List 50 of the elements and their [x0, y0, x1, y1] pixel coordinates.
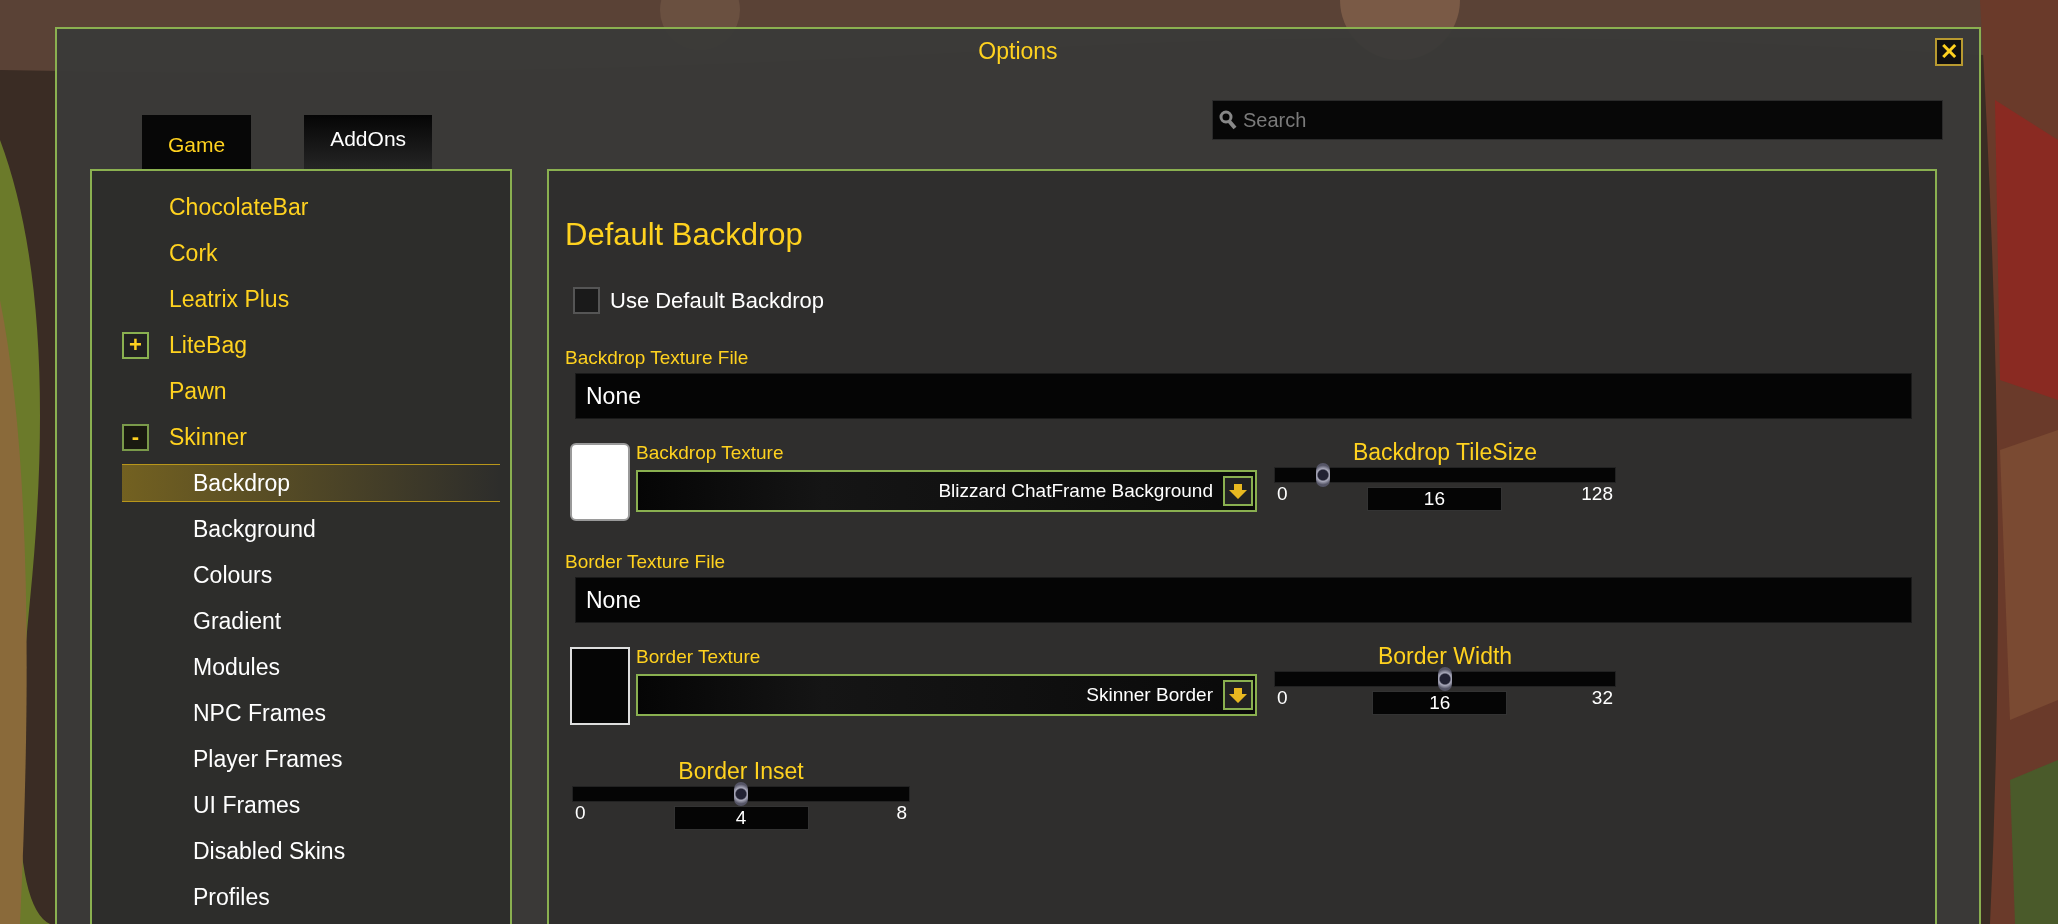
- close-button[interactable]: ✕: [1935, 38, 1963, 66]
- checkbox-label: Use Default Backdrop: [610, 287, 824, 315]
- slider-thumb[interactable]: [734, 782, 748, 806]
- category-item[interactable]: Background: [193, 511, 316, 547]
- slider-value-field[interactable]: 16: [1372, 691, 1508, 715]
- section-heading: Default Backdrop: [565, 216, 804, 254]
- category-item[interactable]: Disabled Skins: [193, 833, 346, 869]
- collapse-button[interactable]: -: [122, 423, 149, 451]
- slider-min: 0: [1276, 687, 1288, 709]
- category-item[interactable]: Colours: [193, 557, 273, 593]
- slider-max: 32: [1591, 687, 1614, 709]
- category-item[interactable]: Backdrop: [193, 465, 291, 501]
- category-item[interactable]: Cork: [169, 235, 218, 271]
- category-item[interactable]: ChocolateBar: [169, 189, 309, 225]
- slider-max: 128: [1581, 483, 1614, 505]
- dropdown-label: Backdrop Texture: [636, 441, 785, 465]
- category-item[interactable]: Gradient: [193, 603, 282, 639]
- texture-dropdown[interactable]: Blizzard ChatFrame Background: [636, 470, 1257, 512]
- expand-button[interactable]: +: [122, 331, 149, 359]
- category-item[interactable]: Pawn: [169, 373, 227, 409]
- texture-file-field[interactable]: None: [575, 373, 1912, 419]
- slider-value-field[interactable]: 16: [1366, 487, 1502, 511]
- texture-file-field[interactable]: None: [575, 577, 1912, 623]
- texture-dropdown[interactable]: Skinner Border: [636, 674, 1257, 716]
- category-item[interactable]: Profiles: [193, 879, 270, 915]
- checkbox[interactable]: [573, 287, 600, 314]
- slider-thumb[interactable]: [1438, 667, 1452, 691]
- category-item[interactable]: LiteBag: [169, 327, 247, 363]
- search-icon: [1219, 110, 1237, 130]
- window-title: Options: [978, 36, 1058, 66]
- field-label: Border Texture File: [565, 550, 727, 574]
- slider-thumb[interactable]: [1315, 463, 1330, 487]
- slider-label: Border Inset: [677, 757, 805, 786]
- slider-label: Border Width: [1376, 642, 1514, 671]
- category-item[interactable]: Skinner: [169, 419, 247, 455]
- category-item[interactable]: Leatrix Plus: [169, 281, 290, 317]
- search-field[interactable]: Search: [1212, 100, 1943, 140]
- tab[interactable]: Game: [142, 115, 252, 169]
- field-label: Backdrop Texture File: [565, 346, 750, 370]
- category-item[interactable]: Player Frames: [193, 741, 343, 777]
- slider-max: 8: [896, 802, 908, 824]
- tab[interactable]: AddOns: [304, 115, 433, 169]
- dropdown-label: Border Texture: [636, 645, 762, 669]
- slider-value-field[interactable]: 4: [673, 806, 809, 830]
- slider-min: 0: [574, 802, 586, 824]
- category-item[interactable]: Modules: [193, 649, 280, 685]
- slider-min: 0: [1276, 483, 1288, 505]
- category-item[interactable]: NPC Frames: [193, 695, 326, 731]
- slider-label: Backdrop TileSize: [1351, 438, 1539, 467]
- category-item[interactable]: UI Frames: [193, 787, 301, 823]
